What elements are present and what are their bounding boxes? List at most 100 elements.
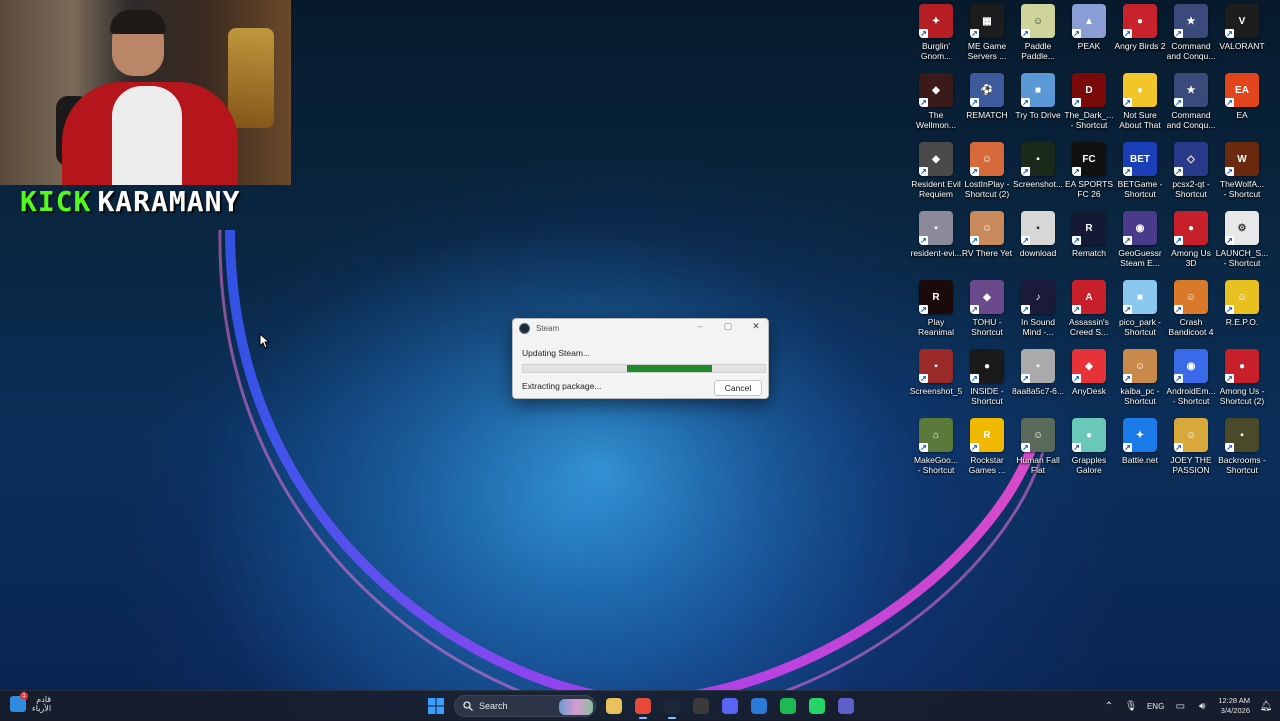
app-icon: ☺ ↗: [1225, 280, 1259, 314]
desktop-icon-label: MakeGoo... - Shortcut: [914, 455, 958, 475]
shortcut-arrow-icon: ↗: [1072, 443, 1081, 452]
desktop-icon[interactable]: ☺ ↗ LostInPlay - Shortcut (2): [961, 142, 1013, 208]
streamer-hair: [110, 10, 166, 34]
desktop-icon[interactable]: ★ ↗ Command and Conqu...: [1165, 4, 1217, 70]
desktop-icon[interactable]: ◆ ↗ AnyDesk: [1063, 349, 1115, 415]
taskbar-search[interactable]: Search: [454, 695, 596, 717]
desktop-icon[interactable]: FC ↗ EA SPORTS FC 26: [1063, 142, 1115, 208]
desktop-icon[interactable]: ▪ ↗ Screenshot_5: [910, 349, 962, 415]
desktop-icon[interactable]: BET ↗ BETGame - Shortcut: [1114, 142, 1166, 208]
taskbar-app-button[interactable]: [631, 694, 655, 719]
desktop-icon[interactable]: ● ↗ Angry Birds 2: [1114, 4, 1166, 70]
desktop-icon[interactable]: ● ↗ INSIDE - Shortcut: [961, 349, 1013, 415]
desktop-icon[interactable]: ▪ ↗ Screenshot...: [1012, 142, 1064, 208]
app-icon: ☺ ↗: [970, 142, 1004, 176]
dialog-titlebar[interactable]: Steam – ▢ ✕: [513, 319, 768, 337]
taskbar-app-button[interactable]: [660, 694, 684, 719]
app-icon: ◆ ↗: [919, 73, 953, 107]
desktop-icon-label: INSIDE - Shortcut: [970, 386, 1004, 406]
taskbar-app-button[interactable]: [805, 694, 829, 718]
desktop-icon[interactable]: ● ↗ Grapples Galore: [1063, 418, 1115, 484]
desktop-icon[interactable]: ⚙ ↗ LAUNCH_S... - Shortcut: [1216, 211, 1268, 277]
desktop-icon[interactable]: ☺ ↗ JOEY THE PASSION: [1165, 418, 1217, 484]
desktop-icon[interactable]: D ↗ The_Dark_... - Shortcut: [1063, 73, 1115, 139]
desktop-icon-label: Among Us 3D: [1171, 248, 1211, 268]
desktop-icon[interactable]: V ↗ VALORANT: [1216, 4, 1268, 70]
desktop-icon-label: Resident Evil Requiem: [911, 179, 961, 199]
desktop-icon[interactable]: ◆ ↗ The Wellmon...: [910, 73, 962, 139]
desktop-icon[interactable]: ☺ ↗ Paddle Paddle...: [1012, 4, 1064, 70]
desktop-icon[interactable]: ▪ ↗ resident-evi...: [910, 211, 962, 277]
desktop-icon[interactable]: ⌂ ↗ MakeGoo... - Shortcut: [910, 418, 962, 484]
desktop-icon[interactable]: ◇ ↗ pcsx2-qt - Shortcut: [1165, 142, 1217, 208]
app-icon: ● ↗: [1123, 4, 1157, 38]
weather-widget[interactable]: 1 قادم الأرباء: [10, 692, 51, 713]
app-icon: ★ ↗: [1174, 4, 1208, 38]
volume-icon[interactable]: 🔊︎: [1196, 700, 1208, 712]
taskbar-app-button[interactable]: [776, 694, 800, 718]
desktop-icon[interactable]: ▲ ↗ PEAK: [1063, 4, 1115, 70]
desktop-icon-label: Play Reanimal: [918, 317, 954, 337]
taskbar-app-button[interactable]: [602, 694, 626, 718]
desktop-icon[interactable]: ⚽ ↗ REMATCH: [961, 73, 1013, 139]
desktop-icon[interactable]: ◆ ↗ TOHU - Shortcut: [961, 280, 1013, 346]
desktop-icon[interactable]: ■ ↗ Try To Drive: [1012, 73, 1064, 139]
desktop-icon[interactable]: ✦ ↗ Burglin' Gnom...: [910, 4, 962, 70]
desktop-icon[interactable]: ◉ ↗ GeoGuessr Steam E...: [1114, 211, 1166, 277]
desktop-icon[interactable]: ▪ ↗ download: [1012, 211, 1064, 277]
taskbar-app-button[interactable]: [747, 694, 771, 718]
chevron-up-icon[interactable]: ⌃: [1103, 700, 1115, 712]
network-icon[interactable]: ▭: [1174, 700, 1186, 712]
desktop-icon[interactable]: ☺ ↗ Crash Bandicoot 4: [1165, 280, 1217, 346]
desktop-icon[interactable]: ★ ↗ Command and Conqu...: [1165, 73, 1217, 139]
desktop-icon[interactable]: ♪ ↗ In Sound Mind -...: [1012, 280, 1064, 346]
search-placeholder: Search: [479, 701, 508, 711]
shortcut-arrow-icon: ↗: [1072, 98, 1081, 107]
clock[interactable]: 12:28 AM 3/4/2026: [1218, 696, 1250, 716]
taskbar-app-button[interactable]: [718, 694, 742, 718]
maximize-icon[interactable]: ▢: [720, 321, 736, 332]
desktop-icon-label: Crash Bandicoot 4: [1168, 317, 1214, 337]
desktop-icon[interactable]: ● ↗ Not Sure About That: [1114, 73, 1166, 139]
desktop-icon[interactable]: A ↗ Assassin's Creed S...: [1063, 280, 1115, 346]
microphone-icon[interactable]: 🎙︎: [1125, 700, 1138, 712]
steam-update-dialog: Steam – ▢ ✕ Updating Steam... Extracting…: [512, 318, 769, 399]
desktop-icon[interactable]: ▪ ↗ Backrooms - Shortcut: [1216, 418, 1268, 484]
clock-date: 3/4/2026: [1220, 706, 1250, 715]
desktop-icon[interactable]: ▦ ↗ ME Game Servers ...: [961, 4, 1013, 70]
app-icon: ▲ ↗: [1072, 4, 1106, 38]
desktop-icon[interactable]: ▪ ↗ 8aa8a5c7-6...: [1012, 349, 1064, 415]
whatsapp-icon: [809, 698, 825, 714]
desktop-icon[interactable]: ◉ ↗ AndroidEm... - Shortcut: [1165, 349, 1217, 415]
desktop-icon[interactable]: ● ↗ Among Us 3D: [1165, 211, 1217, 277]
notification-bell-icon[interactable]: 🔔︎: [1260, 700, 1273, 712]
chrome-icon: [635, 698, 651, 714]
desktop-icon[interactable]: R ↗ Play Reanimal: [910, 280, 962, 346]
desktop-icon[interactable]: ☺ ↗ Human Fall Flat: [1012, 418, 1064, 484]
close-icon[interactable]: ✕: [748, 321, 764, 332]
language-indicator[interactable]: ENG: [1147, 702, 1164, 711]
mail-icon: [751, 698, 767, 714]
shortcut-arrow-icon: ↗: [1225, 98, 1234, 107]
desktop-icon[interactable]: W ↗ TheWolfA... - Shortcut: [1216, 142, 1268, 208]
steam-logo-icon: [519, 322, 530, 334]
taskbar-app-button[interactable]: [834, 694, 858, 718]
cancel-button[interactable]: Cancel: [714, 380, 762, 396]
desktop-icon[interactable]: R ↗ Rockstar Games ...: [961, 418, 1013, 484]
desktop-icon[interactable]: ● ↗ Among Us - Shortcut (2): [1216, 349, 1268, 415]
desktop-icon[interactable]: ☺ ↗ kaiba_pc - Shortcut: [1114, 349, 1166, 415]
desktop-icon-label: 8aa8a5c7-6...: [1012, 386, 1064, 396]
taskbar-app-button[interactable]: [689, 694, 713, 718]
desktop-icon[interactable]: ☺ ↗ R.E.P.O.: [1216, 280, 1268, 346]
app-icon: ■ ↗: [1021, 73, 1055, 107]
start-button[interactable]: [424, 694, 448, 718]
desktop-icon[interactable]: ■ ↗ pico_park - Shortcut: [1114, 280, 1166, 346]
shortcut-arrow-icon: ↗: [1123, 443, 1132, 452]
streamer-shirt: [112, 86, 182, 185]
desktop-icon[interactable]: ✦ ↗ Battle.net: [1114, 418, 1166, 484]
minimize-icon[interactable]: –: [692, 321, 708, 332]
desktop-icon[interactable]: EA ↗ EA: [1216, 73, 1268, 139]
desktop-icon[interactable]: ◆ ↗ Resident Evil Requiem: [910, 142, 962, 208]
desktop-icon[interactable]: ☺ ↗ RV There Yet: [961, 211, 1013, 277]
desktop-icon[interactable]: R ↗ Rematch: [1063, 211, 1115, 277]
